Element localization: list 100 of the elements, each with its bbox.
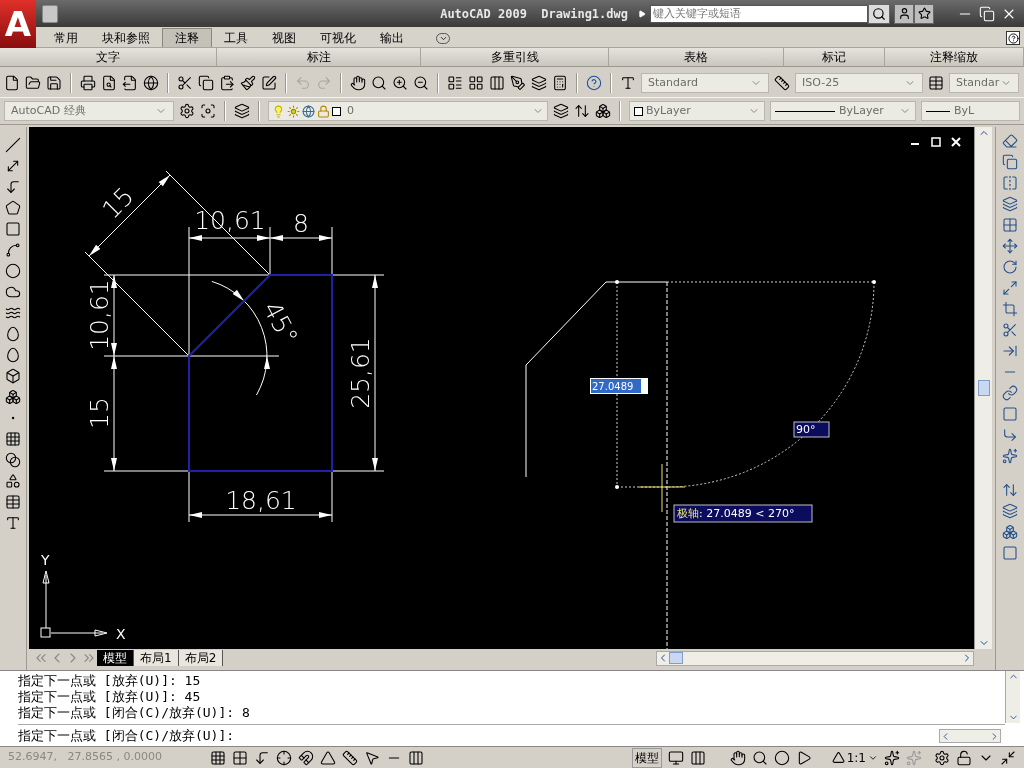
ribbon-panel-title[interactable]: 标记 (784, 48, 885, 66)
viewport-close-icon[interactable] (951, 137, 961, 147)
table-icon[interactable] (5, 494, 21, 510)
ortho-icon[interactable] (254, 749, 270, 766)
zoom-in-icon[interactable] (392, 75, 408, 91)
user-button[interactable] (894, 3, 914, 24)
pan-icon[interactable] (729, 749, 746, 766)
grid-icon[interactable] (232, 749, 248, 766)
ribbon-tab[interactable]: 视图 (260, 28, 308, 47)
double-arrow-icon[interactable] (5, 158, 21, 174)
search-button[interactable] (868, 3, 890, 24)
angle-input-field[interactable]: 90° (793, 421, 830, 438)
table-style-icon[interactable] (928, 75, 944, 91)
settings-icon[interactable] (179, 103, 195, 119)
move-icon[interactable] (1002, 238, 1018, 254)
ribbon-tab[interactable]: 块和参照 (90, 28, 162, 47)
join-icon[interactable] (1002, 385, 1018, 401)
wave-icon[interactable] (5, 305, 21, 321)
quick-access-button[interactable] (42, 4, 58, 23)
ribbon-panel-title[interactable]: 表格 (609, 48, 784, 66)
workspace-dropdown[interactable]: AutoCAD 经典 (4, 101, 174, 121)
snap-icon[interactable] (210, 749, 226, 766)
app-logo[interactable]: A (0, 0, 36, 48)
polygon-icon[interactable] (5, 200, 21, 216)
cloud-icon[interactable] (5, 284, 21, 300)
brush-icon[interactable] (240, 75, 256, 91)
polyline-icon[interactable] (5, 179, 21, 195)
pan-icon[interactable] (350, 75, 366, 91)
properties-icon[interactable] (447, 75, 463, 91)
lock-icon[interactable] (956, 749, 972, 766)
text-style-dropdown[interactable]: Standard (641, 73, 769, 93)
osnap-icon[interactable] (298, 749, 314, 766)
grid-icon[interactable] (468, 75, 484, 91)
workspace-icon[interactable] (200, 103, 216, 119)
command-scrollbar[interactable] (939, 729, 1001, 743)
eraser-icon[interactable] (1002, 133, 1018, 149)
extend-icon[interactable] (1002, 343, 1018, 359)
layers-icon[interactable] (234, 103, 250, 119)
search-field[interactable]: 键入关键字或短语 (650, 4, 868, 23)
play-icon[interactable] (638, 9, 646, 18)
new-file-icon[interactable] (4, 75, 20, 91)
polar-icon[interactable] (276, 749, 292, 766)
publish-icon[interactable] (122, 75, 138, 91)
cut-icon[interactable] (177, 75, 193, 91)
mirror-icon[interactable] (1002, 175, 1018, 191)
columns-icon[interactable] (489, 75, 505, 91)
command-prompt[interactable]: 指定下一点或 [闭合(C)/放弃(U)]: (18, 728, 939, 744)
ribbon-tab[interactable]: 工具 (212, 28, 260, 47)
rotate-icon[interactable] (1002, 259, 1018, 275)
text-style-icon[interactable] (620, 75, 636, 91)
horizontal-scrollbar[interactable] (656, 650, 974, 666)
curve-icon[interactable] (5, 242, 21, 258)
copy-icon[interactable] (198, 75, 214, 91)
ribbon-panel-title[interactable]: 文字 (0, 48, 217, 66)
line-icon[interactable] (5, 137, 21, 153)
region-icon[interactable] (5, 473, 21, 489)
layout-tab[interactable]: 模型 (97, 650, 134, 666)
layer-previous-icon[interactable] (574, 103, 590, 119)
linetype-dropdown[interactable]: ByLayer (770, 101, 916, 121)
calculator-icon[interactable] (552, 75, 568, 91)
trim-icon[interactable] (1002, 322, 1018, 338)
restore-icon[interactable] (979, 5, 995, 22)
dimension-style-dropdown[interactable]: ISO-25 (795, 73, 923, 93)
model-space-button[interactable]: 模型 (631, 747, 662, 768)
rectangle-icon[interactable] (5, 221, 21, 237)
pen-icon[interactable] (510, 75, 526, 91)
scroll-thumb[interactable] (669, 652, 683, 664)
ribbon-panel-title[interactable]: 注释缩放 (885, 48, 1024, 66)
distance-input-field[interactable]: 27.0489 (590, 378, 648, 394)
block-edit-icon[interactable] (261, 75, 277, 91)
hatch-icon[interactable] (5, 431, 21, 447)
ribbon-panel-title[interactable]: 多重引线 (421, 48, 609, 66)
globe-icon[interactable] (143, 75, 159, 91)
viewport-restore-icon[interactable] (931, 137, 941, 147)
help-button[interactable] (1006, 31, 1020, 45)
color-dropdown[interactable]: ByLayer (629, 101, 765, 121)
layer-state-icon[interactable] (553, 103, 569, 119)
blocks-icon[interactable] (5, 389, 21, 405)
zoom-icon[interactable] (371, 75, 387, 91)
preview-icon[interactable] (101, 75, 117, 91)
scale-icon[interactable] (1002, 280, 1018, 296)
scroll-thumb[interactable] (977, 380, 990, 396)
dimension-style-icon[interactable] (774, 75, 790, 91)
ribbon-tab[interactable]: 可视化 (308, 28, 368, 47)
ribbon-tab[interactable]: 注释 (162, 28, 212, 47)
help-icon[interactable] (586, 75, 602, 91)
printer-icon[interactable] (80, 75, 96, 91)
layout-icon[interactable] (667, 749, 684, 766)
vertical-scrollbar[interactable] (974, 127, 992, 649)
block-icon[interactable] (5, 368, 21, 384)
command-vertical-scrollbar[interactable] (1005, 671, 1020, 723)
open-folder-icon[interactable] (25, 75, 41, 91)
ribbon-panel-title[interactable]: 标注 (217, 48, 421, 66)
layout-tab[interactable]: 布局2 (178, 650, 224, 666)
save-icon[interactable] (46, 75, 62, 91)
lineweight-dropdown[interactable]: ByL (921, 101, 1020, 121)
table-style-dropdown[interactable]: Standar (949, 73, 1019, 93)
text-icon[interactable] (5, 515, 21, 531)
array-icon[interactable] (1002, 217, 1018, 233)
crop-icon[interactable] (1002, 301, 1018, 317)
